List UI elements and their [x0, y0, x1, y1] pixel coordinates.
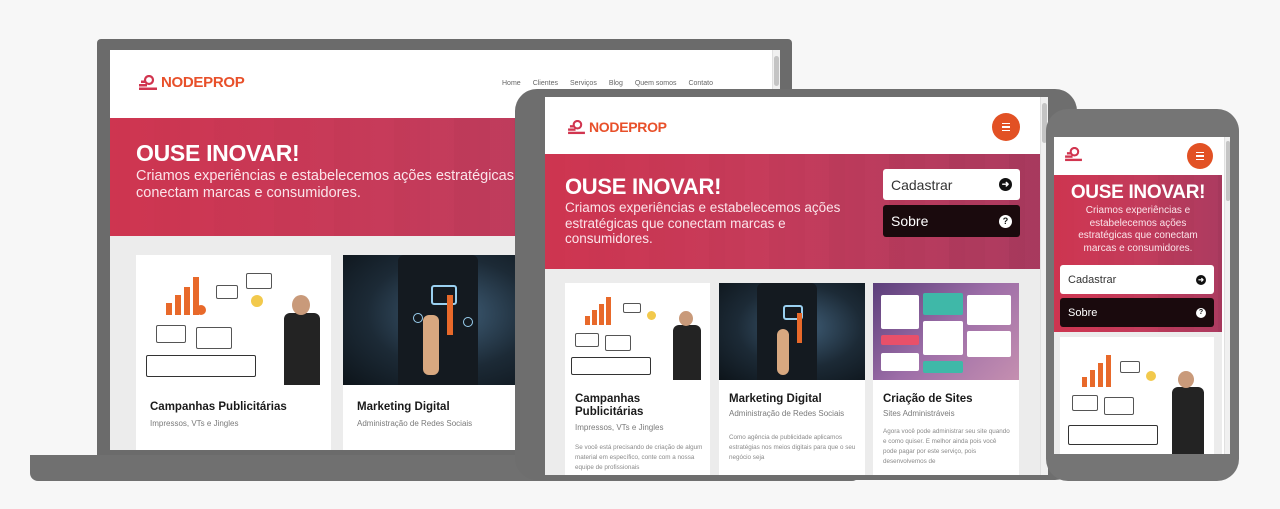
brand-name: NODEPROP: [589, 119, 667, 135]
menu-toggle-button[interactable]: [992, 113, 1020, 141]
phone-scrollbar[interactable]: [1224, 137, 1230, 454]
card-text: Se você está precisando de criação de al…: [575, 444, 703, 471]
hero-title: OUSE INOVAR!: [136, 140, 300, 166]
hero-text-line2: conectam marcas e consumidores.: [136, 185, 361, 201]
hero-text: Criamos experiências e estabelecemos açõ…: [1078, 205, 1198, 254]
card-subtitle: Impressos, VTs e Jingles: [150, 419, 239, 428]
card-title: Marketing Digital: [729, 393, 822, 405]
hamburger-icon: [1002, 122, 1010, 132]
menu-toggle-button[interactable]: [1187, 143, 1213, 169]
card-subtitle: Impressos, VTs e Jingles: [575, 423, 664, 432]
card-subtitle: Administração de Redes Sociais: [729, 409, 845, 418]
card-title: Marketing Digital: [357, 401, 450, 413]
question-icon: ?: [1196, 307, 1206, 318]
hero-title: OUSE INOVAR!: [565, 174, 722, 199]
hero-text-line1: Criamos experiências e estabelecemos açõ…: [136, 168, 543, 184]
main-nav: Home Clientes Serviços Blog Quem somos C…: [502, 80, 713, 87]
cadastrar-button[interactable]: Cadastrar ➜: [883, 169, 1020, 200]
digital-touch-image: [343, 255, 538, 385]
brand-logo[interactable]: NODEPROP: [567, 119, 667, 135]
nav-blog[interactable]: Blog: [609, 80, 623, 87]
logo-mark-icon: [567, 119, 586, 135]
hamburger-icon: [1196, 151, 1204, 161]
hero-title: OUSE INOVAR!: [1070, 182, 1206, 203]
site-ui-image: [873, 283, 1019, 380]
card-title: Criação de Sites: [883, 393, 973, 405]
sobre-label: Sobre: [891, 213, 929, 229]
digital-touch-image: [719, 283, 865, 380]
service-card-campanhas[interactable]: Campanhas Publicitárias Impressos, VTs e…: [136, 255, 331, 450]
card-subtitle: Sites Administráveis: [883, 409, 955, 418]
service-card-marketing[interactable]: Marketing Digital Administração de Redes…: [719, 283, 865, 475]
question-icon: ?: [999, 214, 1012, 228]
tablet-screen: NODEPROP OUSE INOVAR! Criamos experiênci…: [545, 97, 1048, 475]
sobre-button[interactable]: Sobre ?: [883, 205, 1020, 237]
brand-logo[interactable]: [1064, 146, 1083, 162]
sobre-button[interactable]: Sobre ?: [1060, 298, 1214, 327]
strategy-sketch-image: [565, 283, 710, 380]
nav-contato[interactable]: Contato: [688, 80, 713, 87]
hero-text: Criamos experiências e estabelecemos açõ…: [565, 200, 841, 246]
service-card-campanhas[interactable]: Campanhas Publicitárias Impressos, VTs e…: [565, 283, 710, 475]
nav-home[interactable]: Home: [502, 80, 521, 87]
cadastrar-label: Cadastrar: [891, 176, 953, 193]
cadastrar-button[interactable]: Cadastrar ➜: [1060, 265, 1214, 294]
brand-name: NODEPROP: [161, 74, 245, 91]
hero-banner: OUSE INOVAR! Criamos experiências e esta…: [545, 154, 1040, 269]
arrow-right-icon: ➜: [1196, 274, 1206, 285]
hero-banner: OUSE INOVAR! Criamos experiências e esta…: [1054, 175, 1222, 332]
phone-screen: OUSE INOVAR! Criamos experiências e esta…: [1054, 137, 1230, 454]
strategy-sketch-image: [136, 255, 331, 385]
service-card-marketing[interactable]: Marketing Digital Administração de Redes…: [343, 255, 538, 450]
cadastrar-label: Cadastrar: [1068, 273, 1117, 286]
strategy-sketch-image: [1060, 337, 1214, 454]
arrow-right-icon: ➜: [999, 178, 1012, 191]
brand-logo[interactable]: NODEPROP: [138, 74, 245, 91]
card-text: Como agência de publicidade aplicamos es…: [729, 434, 856, 461]
nav-servicos[interactable]: Serviços: [570, 80, 597, 87]
logo-mark-icon: [138, 74, 158, 91]
logo-mark-icon: [1064, 146, 1083, 162]
card-title: Campanhas Publicitárias: [150, 401, 287, 413]
sobre-label: Sobre: [1068, 306, 1098, 319]
card-text: Agora você pode administrar seu site qua…: [883, 428, 1010, 465]
service-card-campanhas[interactable]: [1060, 337, 1214, 454]
service-card-sites[interactable]: Criação de Sites Sites Administráveis Ag…: [873, 283, 1019, 475]
card-title: Campanhas Publicitárias: [575, 393, 644, 418]
responsive-showcase: NODEPROP Home Clientes Serviços Blog Que…: [0, 0, 1280, 509]
nav-clientes[interactable]: Clientes: [533, 80, 558, 87]
card-subtitle: Administração de Redes Sociais: [357, 419, 473, 428]
nav-quem-somos[interactable]: Quem somos: [635, 80, 677, 87]
